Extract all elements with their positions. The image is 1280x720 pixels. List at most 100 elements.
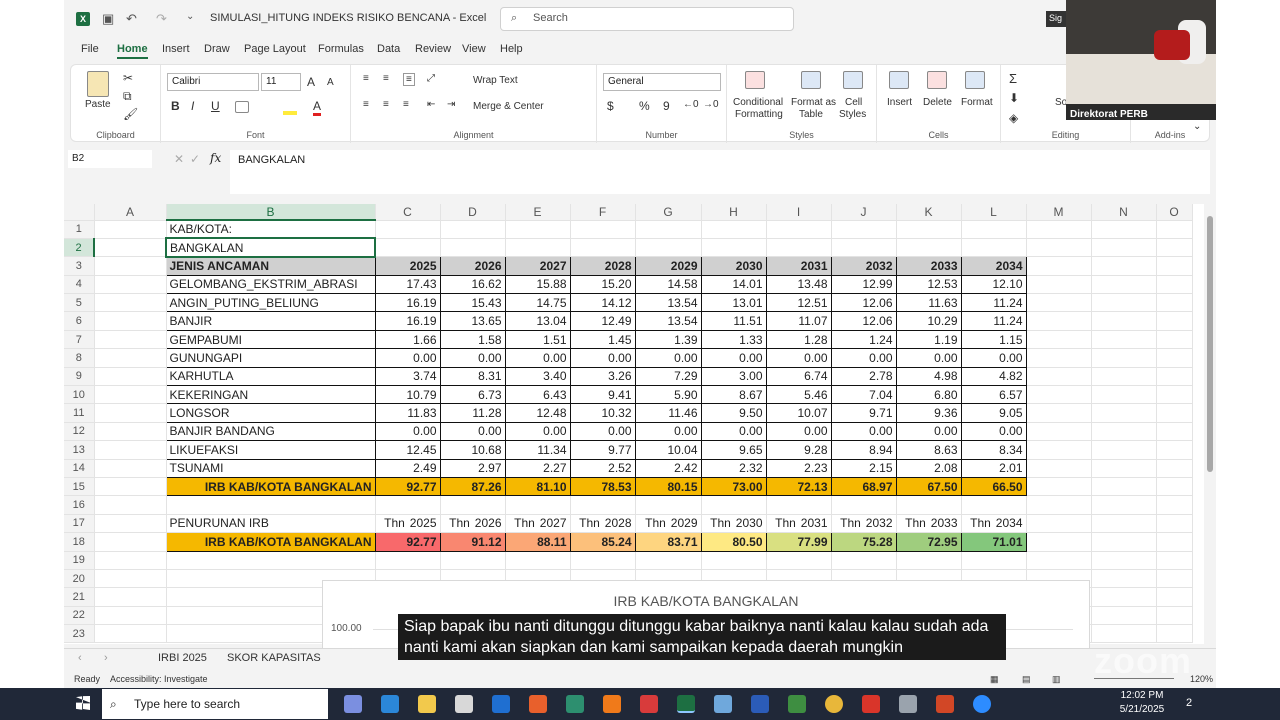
cell-styles-label[interactable]: Cell <box>845 97 862 108</box>
hazard-value[interactable]: 1.28 <box>765 329 832 350</box>
collapse-ribbon-icon[interactable]: ⌄ <box>1193 121 1201 132</box>
total-value[interactable]: 80.15 <box>634 476 702 497</box>
cell[interactable] <box>1156 275 1193 295</box>
cell[interactable] <box>1091 385 1157 405</box>
cell[interactable] <box>94 220 167 239</box>
hazard-value[interactable]: 14.12 <box>569 293 636 313</box>
cell[interactable] <box>1091 256 1157 276</box>
cell[interactable] <box>1091 311 1157 331</box>
cell[interactable] <box>505 551 571 570</box>
tab-help[interactable]: Help <box>500 43 523 55</box>
cell[interactable] <box>961 238 1027 258</box>
cell[interactable] <box>440 495 506 515</box>
cell[interactable] <box>1026 440 1092 460</box>
cell[interactable] <box>1091 403 1157 423</box>
cell[interactable] <box>570 495 636 515</box>
hazard-value[interactable]: 2.15 <box>830 458 897 478</box>
conditional-formatting-icon[interactable] <box>745 71 765 89</box>
cell[interactable] <box>505 238 571 258</box>
column-header[interactable]: J <box>831 204 897 221</box>
hazard-value[interactable]: 12.53 <box>895 274 962 295</box>
hazard-value[interactable]: 8.67 <box>700 385 767 405</box>
windows-start-icon[interactable] <box>76 696 90 710</box>
column-header[interactable]: A <box>94 204 167 221</box>
autosum-button[interactable]: Σ <box>1009 71 1017 86</box>
hazard-name[interactable]: KEKERINGAN <box>165 385 376 405</box>
cell[interactable] <box>1026 551 1092 570</box>
delete-cells-icon[interactable] <box>927 71 947 89</box>
row-header[interactable]: 4 <box>64 275 95 295</box>
row-header[interactable]: 14 <box>64 459 95 478</box>
insert-cells-icon[interactable] <box>889 71 909 89</box>
cell-styles-icon[interactable] <box>843 71 863 89</box>
sheet-row[interactable]: 14 TSUNAMI 2.49 2.97 2.27 2.52 2.42 2.32 2.23 2.1… <box>64 458 1193 478</box>
hazard-value[interactable]: 2.78 <box>830 366 897 387</box>
row-header[interactable]: 15 <box>64 477 95 497</box>
delete-cells-button[interactable]: Delete <box>923 97 952 108</box>
video-thumbnail[interactable]: Direktorat PERB <box>1066 0 1216 120</box>
hazard-value[interactable]: 3.40 <box>504 366 571 387</box>
tab-file[interactable]: File <box>81 43 99 55</box>
cell[interactable] <box>1026 256 1092 276</box>
hazard-value[interactable]: 15.88 <box>504 274 571 295</box>
cell[interactable] <box>94 440 167 460</box>
cell[interactable] <box>1091 422 1157 442</box>
cell[interactable] <box>1026 330 1092 350</box>
hazard-value[interactable]: 2.49 <box>374 458 441 478</box>
cell[interactable] <box>896 220 962 239</box>
comma-button[interactable]: 9 <box>663 99 670 113</box>
hazard-value[interactable]: 9.65 <box>700 440 767 460</box>
decline-value[interactable]: 91.12 <box>439 532 506 552</box>
tab-insert[interactable]: Insert <box>162 43 190 55</box>
tab-view[interactable]: View <box>462 43 486 55</box>
total-value[interactable]: 78.53 <box>569 476 636 497</box>
hazard-value[interactable]: 2.27 <box>504 458 571 478</box>
shrink-font-icon[interactable]: A <box>327 77 334 88</box>
cell[interactable] <box>635 220 702 239</box>
hazard-value[interactable]: 0.00 <box>960 421 1027 442</box>
cell[interactable] <box>1156 311 1193 331</box>
cell[interactable] <box>1156 495 1193 515</box>
hazard-value[interactable]: 12.48 <box>504 403 571 423</box>
hazard-value[interactable]: 12.06 <box>830 293 897 313</box>
cell[interactable] <box>94 330 167 350</box>
copy-icon[interactable]: ⧉ <box>123 89 132 104</box>
row-header[interactable]: 2 <box>64 238 95 258</box>
app-icon[interactable] <box>566 695 584 713</box>
cell[interactable] <box>635 551 702 570</box>
cell[interactable] <box>1091 293 1157 313</box>
cell[interactable] <box>831 551 897 570</box>
chrome-icon[interactable] <box>825 695 843 713</box>
cell[interactable] <box>94 275 167 295</box>
cell[interactable] <box>1091 238 1157 258</box>
cell[interactable] <box>831 238 897 258</box>
cell[interactable] <box>570 238 636 258</box>
decline-value[interactable]: 83.71 <box>634 532 702 552</box>
row-header[interactable]: 10 <box>64 385 95 405</box>
cell[interactable] <box>1156 403 1193 423</box>
cell[interactable] <box>961 220 1027 239</box>
select-all-corner[interactable] <box>64 204 95 221</box>
insert-function-icon[interactable]: fx <box>210 151 221 165</box>
cell[interactable] <box>1026 367 1092 387</box>
align-top-icon[interactable]: ≡ <box>363 73 369 84</box>
accessibility-status[interactable]: Accessibility: Investigate <box>110 674 208 684</box>
cell[interactable] <box>94 385 167 405</box>
row-header[interactable]: 21 <box>64 587 95 607</box>
hazard-value[interactable]: 13.54 <box>634 311 702 331</box>
cell[interactable] <box>1026 385 1092 405</box>
increase-indent-icon[interactable]: ⇥ <box>447 99 455 110</box>
hazard-value[interactable]: 0.00 <box>634 421 702 442</box>
hazard-name[interactable]: BANJIR BANDANG <box>165 421 376 442</box>
cancel-formula-icon[interactable]: ✕ <box>174 152 184 166</box>
hazard-value[interactable]: 2.42 <box>634 458 702 478</box>
cell[interactable] <box>94 238 167 258</box>
cell[interactable] <box>166 495 376 515</box>
cell[interactable] <box>94 551 167 570</box>
cell[interactable] <box>1156 385 1193 405</box>
cell[interactable] <box>1091 569 1157 589</box>
scrollbar-thumb[interactable] <box>1207 216 1213 472</box>
total-value[interactable]: 87.26 <box>439 476 506 497</box>
hazard-value[interactable]: 2.23 <box>765 458 832 478</box>
hazard-value[interactable]: 6.80 <box>895 385 962 405</box>
